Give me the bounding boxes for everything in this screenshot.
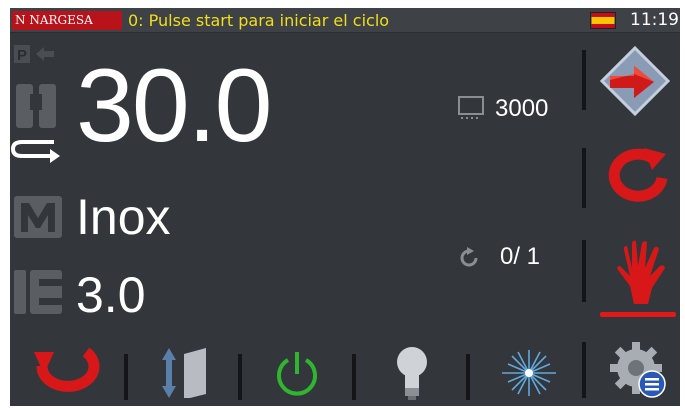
svg-text:P: P (17, 47, 27, 64)
next-arrow-button[interactable] (598, 44, 672, 118)
bottom-divider (352, 354, 356, 400)
bottom-divider (582, 342, 586, 398)
settings-button[interactable] (608, 340, 668, 400)
height-adjust-button[interactable] (160, 344, 210, 402)
bottom-divider (238, 354, 242, 400)
return-button[interactable] (32, 344, 100, 396)
active-indicator (600, 312, 676, 317)
bottom-toolbar (10, 334, 680, 406)
thickness-icon[interactable] (14, 270, 62, 314)
thickness-value[interactable]: 3.0 (76, 270, 146, 320)
clock: 11:19 (630, 10, 679, 30)
material-value[interactable]: Inox (76, 192, 171, 242)
power-button[interactable] (274, 348, 320, 398)
cycle-icon (460, 247, 478, 267)
status-bar: N NARGESA 0: Pulse start para iniciar el… (10, 8, 680, 33)
program-mode-icon[interactable]: P (14, 44, 62, 64)
laser-button[interactable] (500, 344, 558, 402)
cycle-count-value[interactable]: 0/ 1 (500, 244, 540, 270)
hand-stop-icon[interactable] (614, 240, 668, 306)
right-divider (582, 148, 586, 208)
length-value[interactable]: 30.0 (76, 54, 272, 158)
piece-counter-icon (458, 96, 484, 119)
spain-flag-icon[interactable] (590, 12, 616, 29)
repeat-button[interactable] (606, 144, 670, 206)
right-divider (582, 240, 586, 302)
light-button[interactable] (394, 344, 430, 402)
bottom-divider (124, 354, 128, 400)
machine-screen: N NARGESA 0: Pulse start para iniciar el… (10, 8, 680, 406)
status-message: 0: Pulse start para iniciar el ciclo (128, 11, 390, 30)
back-gauge-icon[interactable] (10, 84, 62, 166)
material-icon[interactable] (14, 196, 62, 238)
piece-count-value[interactable]: 3000 (495, 96, 548, 122)
brand-logo: N NARGESA (12, 11, 122, 30)
right-divider (582, 50, 586, 110)
bottom-divider (466, 354, 470, 400)
